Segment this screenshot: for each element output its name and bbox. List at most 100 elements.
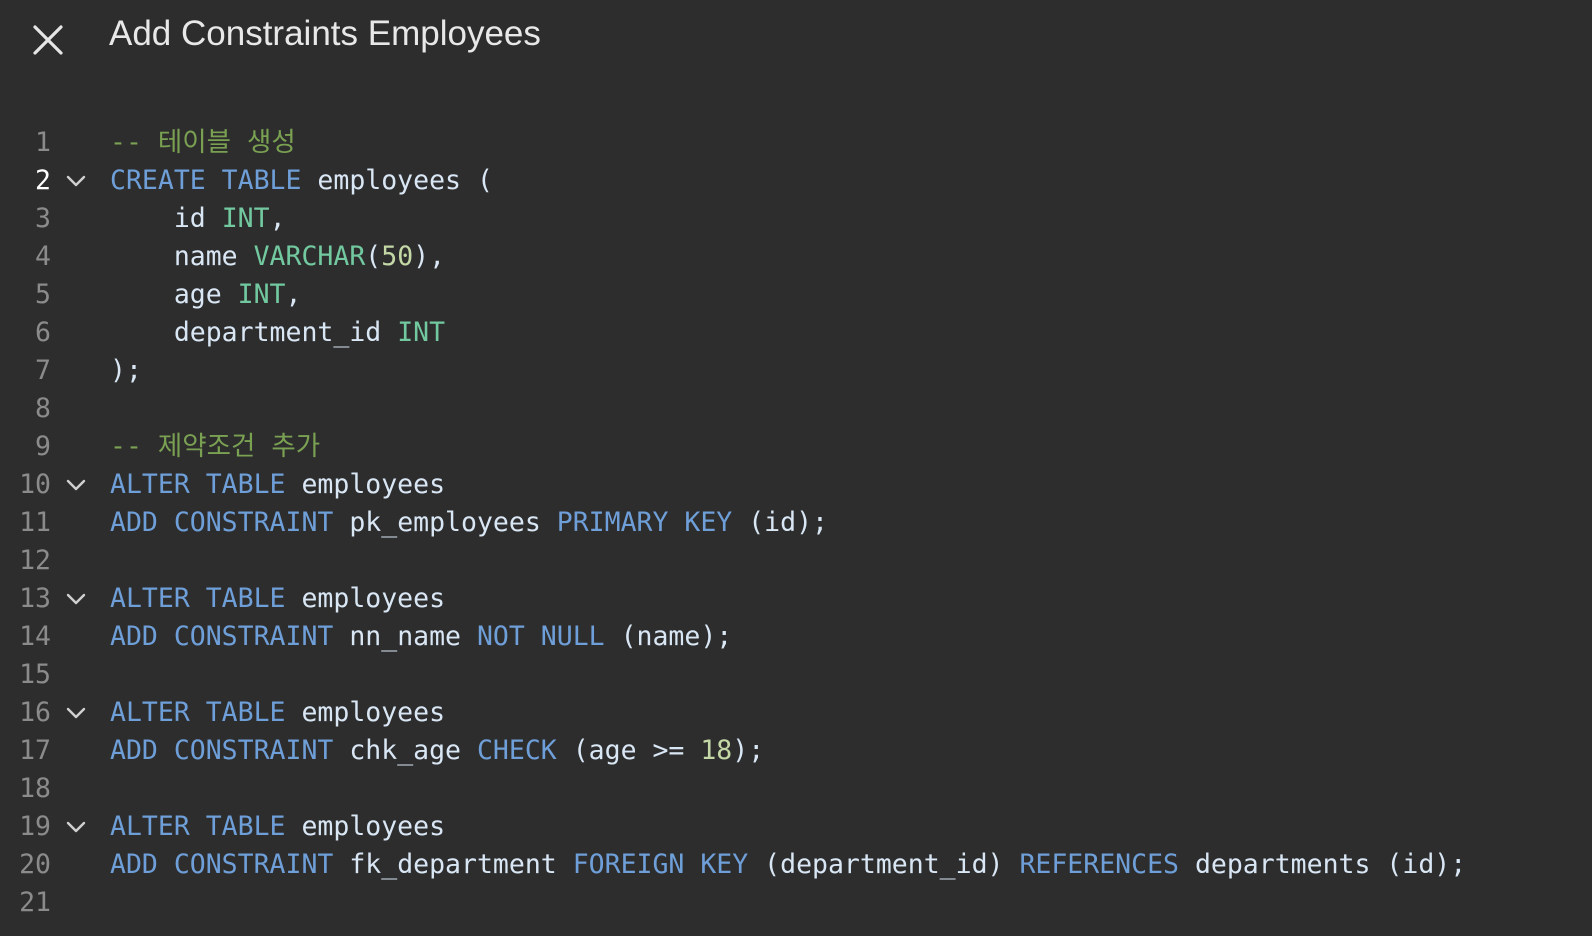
header-bar: Add Constraints Employees	[0, 0, 1592, 80]
token-keyword: ADD CONSTRAINT	[110, 735, 334, 766]
line-number: 11	[19, 507, 51, 538]
code-text: ADD CONSTRAINT chk_age CHECK (age >= 18)…	[110, 732, 764, 770]
fold-toggle-button[interactable]	[63, 162, 89, 200]
close-button[interactable]	[26, 18, 70, 62]
line-number: 10	[19, 469, 51, 500]
code-line[interactable]: 12	[0, 542, 1592, 580]
line-number: 1	[35, 127, 51, 158]
line-number: 17	[19, 735, 51, 766]
code-line[interactable]: 18	[0, 770, 1592, 808]
code-line[interactable]: 7);	[0, 352, 1592, 390]
line-number: 20	[19, 849, 51, 880]
code-text: ALTER TABLE employees	[110, 808, 445, 846]
token-ident: fk_department	[333, 849, 573, 880]
token-keyword: ALTER TABLE	[110, 811, 286, 842]
chevron-down-icon	[66, 707, 86, 719]
code-line[interactable]: 4 name VARCHAR(50),	[0, 238, 1592, 276]
token-keyword: ALTER TABLE	[110, 469, 286, 500]
code-line[interactable]: 15	[0, 656, 1592, 694]
line-number: 2	[35, 165, 51, 196]
line-number: 19	[19, 811, 51, 842]
code-line[interactable]: 2 CREATE TABLE employees (	[0, 162, 1592, 200]
code-text: );	[110, 352, 142, 390]
token-comment: -- 테이블 생성	[110, 127, 296, 158]
token-keyword: ALTER TABLE	[110, 583, 286, 614]
token-punct: (department_id)	[748, 849, 1020, 880]
code-editor[interactable]: 1 -- 테이블 생성 2 CREATE TABLE employees (3 id …	[0, 124, 1592, 924]
code-line[interactable]: 19 ALTER TABLE employees	[0, 808, 1592, 846]
token-punct: );	[110, 355, 142, 386]
code-text: CREATE TABLE employees (	[110, 162, 493, 200]
line-number: 7	[35, 355, 51, 386]
token-ident: pk_employees	[333, 507, 557, 538]
code-line[interactable]: 20 ADD CONSTRAINT fk_department FOREIGN K…	[0, 846, 1592, 884]
page-title: Add Constraints Employees	[109, 14, 541, 53]
token-ident: nn_name	[333, 621, 477, 652]
code-text: -- 테이블 생성	[110, 124, 296, 162]
code-line[interactable]: 13 ALTER TABLE employees	[0, 580, 1592, 618]
line-number: 6	[35, 317, 51, 348]
token-keyword: ADD CONSTRAINT	[110, 621, 334, 652]
line-number: 13	[19, 583, 51, 614]
token-number: 18	[700, 735, 733, 766]
code-text: age INT,	[110, 276, 302, 314]
token-keyword: FOREIGN KEY	[572, 849, 749, 880]
token-number: 50	[381, 241, 414, 272]
code-line[interactable]: 11 ADD CONSTRAINT pk_employees PRIMARY KE…	[0, 504, 1592, 542]
token-punct: (	[476, 165, 493, 196]
token-comment: -- 제약조건 추가	[110, 431, 321, 462]
code-text: id INT,	[110, 200, 286, 238]
close-icon	[33, 25, 63, 55]
code-text: department_id INT	[110, 314, 445, 352]
fold-toggle-button[interactable]	[63, 466, 89, 504]
line-number: 8	[35, 393, 51, 424]
token-ident: chk_age	[333, 735, 477, 766]
token-ident: departments	[1178, 849, 1387, 880]
code-line[interactable]: 1 -- 테이블 생성	[0, 124, 1592, 162]
token-keyword: ADD CONSTRAINT	[110, 507, 334, 538]
token-punct: (id);	[732, 507, 828, 538]
token-ident: age	[110, 279, 238, 310]
chevron-down-icon	[66, 821, 86, 833]
fold-toggle-button[interactable]	[63, 694, 89, 732]
code-text: ADD CONSTRAINT nn_name NOT NULL (name);	[110, 618, 732, 656]
code-text: -- 제약조건 추가	[110, 428, 320, 466]
token-keyword: ADD CONSTRAINT	[110, 849, 334, 880]
token-keyword: CREATE TABLE	[110, 165, 302, 196]
token-ident: id	[110, 203, 222, 234]
code-text: ALTER TABLE employees	[110, 466, 445, 504]
code-line[interactable]: 5 age INT,	[0, 276, 1592, 314]
code-line[interactable]: 21	[0, 884, 1592, 922]
token-keyword: PRIMARY KEY	[556, 507, 733, 538]
code-text: ALTER TABLE employees	[110, 580, 445, 618]
code-line[interactable]: 6 department_id INT	[0, 314, 1592, 352]
code-line[interactable]: 17 ADD CONSTRAINT chk_age CHECK (age >= 1…	[0, 732, 1592, 770]
code-text: ADD CONSTRAINT fk_department FOREIGN KEY…	[110, 846, 1466, 884]
token-ident: name	[110, 241, 254, 272]
token-punct: (id);	[1386, 849, 1467, 880]
code-line[interactable]: 10 ALTER TABLE employees	[0, 466, 1592, 504]
token-ident: employees	[285, 811, 446, 842]
code-line[interactable]: 16 ALTER TABLE employees	[0, 694, 1592, 732]
line-number: 21	[19, 887, 51, 918]
fold-toggle-button[interactable]	[63, 580, 89, 618]
token-punct: );	[732, 735, 765, 766]
token-type: VARCHAR	[253, 241, 366, 272]
token-ident: employees	[301, 165, 477, 196]
token-punct: (name);	[604, 621, 733, 652]
code-line[interactable]: 3 id INT,	[0, 200, 1592, 238]
code-line[interactable]: 8	[0, 390, 1592, 428]
line-number: 9	[35, 431, 51, 462]
line-number: 16	[19, 697, 51, 728]
code-line[interactable]: 9 -- 제약조건 추가	[0, 428, 1592, 466]
token-keyword: NOT NULL	[476, 621, 605, 652]
token-punct: ,	[285, 279, 302, 310]
token-punct: ),	[413, 241, 446, 272]
token-keyword: CHECK	[476, 735, 557, 766]
line-number: 5	[35, 279, 51, 310]
code-text: ALTER TABLE employees	[110, 694, 445, 732]
chevron-down-icon	[66, 479, 86, 491]
token-punct: (	[365, 241, 382, 272]
fold-toggle-button[interactable]	[63, 808, 89, 846]
code-line[interactable]: 14 ADD CONSTRAINT nn_name NOT NULL (name)…	[0, 618, 1592, 656]
